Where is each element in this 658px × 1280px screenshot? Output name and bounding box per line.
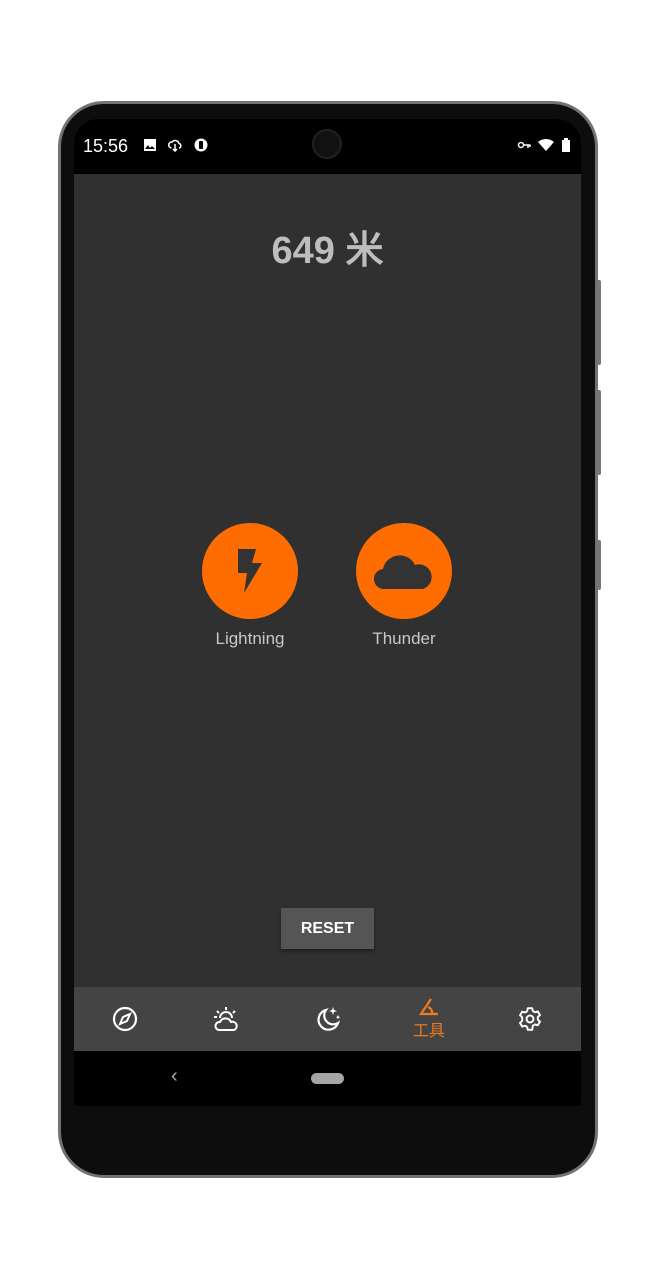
volume-button [597, 390, 601, 475]
thunder-label: Thunder [372, 629, 436, 648]
compass-icon [112, 1006, 137, 1032]
lightning-bolt-icon [238, 549, 262, 593]
status-time: 15:56 [83, 136, 129, 156]
nav-tools[interactable]: 工具 [378, 987, 479, 1051]
thunder-circle[interactable] [356, 523, 452, 619]
reset-button[interactable]: RESET [281, 908, 374, 949]
data-saver-icon [194, 138, 208, 152]
lightning-circle[interactable] [202, 523, 298, 619]
gear-icon [519, 1007, 542, 1031]
moon-stars-icon [316, 1007, 340, 1031]
screen: 15:56 649 米 Lightning Thunder RESET 工具 ‹ [74, 119, 581, 1106]
weather-icon [214, 1007, 238, 1031]
vpn-key-icon [517, 141, 531, 149]
nav-compass[interactable] [74, 987, 175, 1051]
thunder-button[interactable]: Thunder [354, 523, 454, 649]
bottom-nav: 工具 [74, 987, 581, 1051]
image-icon [144, 139, 156, 151]
battery-icon [562, 138, 570, 152]
lightning-label: Lightning [215, 629, 285, 648]
power-button [597, 540, 601, 590]
nav-weather[interactable] [175, 987, 276, 1051]
distance-display: 649 米 [271, 230, 384, 272]
cloud-download-icon [168, 139, 182, 152]
nav-settings[interactable] [480, 987, 581, 1051]
cloud-icon [373, 555, 432, 590]
front-camera [312, 129, 342, 159]
angle-tool-icon [418, 997, 438, 1015]
back-icon[interactable]: ‹ [171, 1065, 178, 1088]
nav-night[interactable] [277, 987, 378, 1051]
system-nav-bar: ‹ [74, 1051, 581, 1106]
home-pill[interactable] [311, 1073, 344, 1084]
status-bar: 15:56 [74, 119, 581, 174]
volume-button [597, 280, 601, 365]
lightning-button[interactable]: Lightning [200, 523, 300, 649]
app-content: 649 米 Lightning Thunder RESET [74, 174, 581, 987]
nav-tools-label: 工具 [412, 1022, 445, 1040]
wifi-icon [538, 138, 554, 151]
